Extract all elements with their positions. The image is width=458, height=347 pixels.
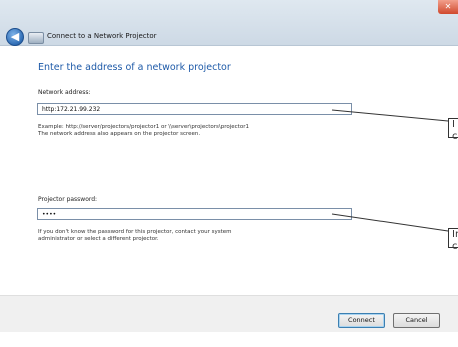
projector-password-label: Projector password: xyxy=(38,196,98,203)
connect-button[interactable]: Connect xyxy=(338,313,385,328)
projector-icon xyxy=(28,32,44,44)
page-heading: Enter the address of a network projector xyxy=(38,62,231,73)
network-address-input[interactable]: http:172.21.99.232 xyxy=(37,103,352,115)
network-address-label: Network address: xyxy=(38,89,91,96)
cancel-button[interactable]: Cancel xyxy=(393,313,440,328)
projector-password-hint: If you don't know the password for this … xyxy=(38,229,232,242)
window-title: Connect to a Network Projector xyxy=(47,32,157,40)
projector-password-input[interactable]: •••• xyxy=(37,208,352,220)
back-arrow-icon[interactable]: ◀ xyxy=(6,28,24,46)
dialog-content: Enter the address of a network projector… xyxy=(20,45,458,295)
callout-box-2: In c xyxy=(448,228,458,252)
callout-box-1: I c xyxy=(448,118,458,142)
network-address-hint: Example: http://server/projectors/projec… xyxy=(38,124,249,137)
button-bar xyxy=(0,295,458,332)
connect-dialog: ◀ Connect to a Network Projector ✕ Enter… xyxy=(0,0,458,332)
title-bar: ◀ Connect to a Network Projector ✕ xyxy=(0,0,458,46)
close-icon[interactable]: ✕ xyxy=(438,0,458,14)
